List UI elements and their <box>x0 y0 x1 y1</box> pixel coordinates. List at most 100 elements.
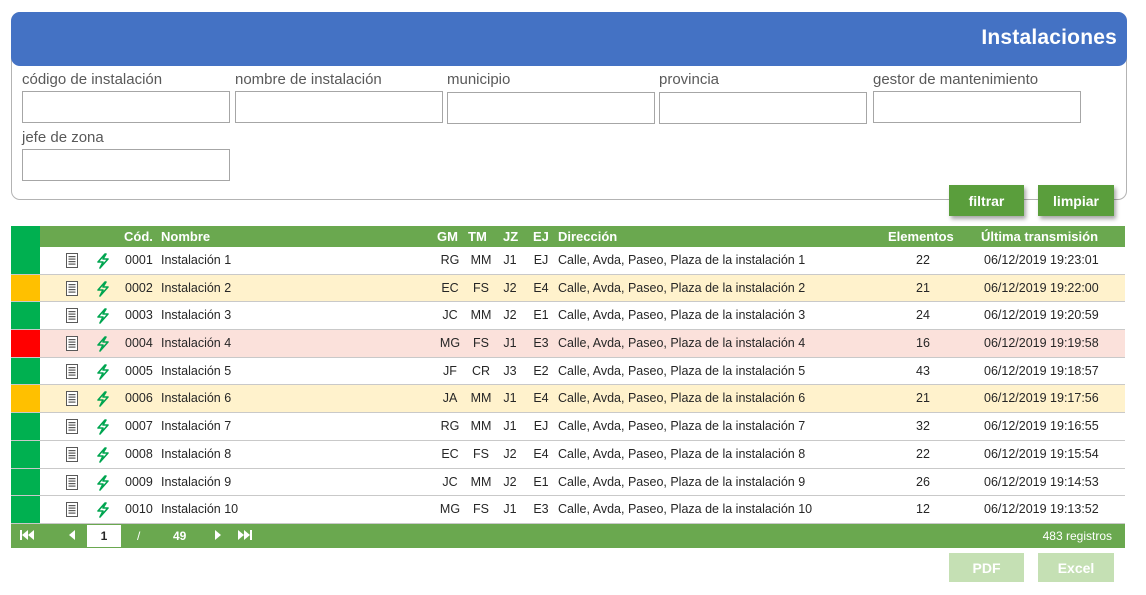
status-indicator <box>11 274 40 302</box>
cell-jz: J1 <box>503 336 517 351</box>
cell-last-transmission: 06/12/2019 19:22:00 <box>984 280 1099 295</box>
cell-elements: 32 <box>916 419 930 434</box>
cell-name[interactable]: Instalación 2 <box>161 281 231 295</box>
cell-ej: E3 <box>533 502 549 517</box>
table-row[interactable]: 0005 Instalación 5 JF CR J3 E2 Calle, Avda, Pa… <box>11 357 1125 386</box>
cell-name[interactable]: Instalación 10 <box>161 502 238 516</box>
lightning-icon[interactable] <box>95 391 111 408</box>
cell-jz: J1 <box>503 419 517 434</box>
column-header-tm[interactable]: TM <box>468 229 487 244</box>
table-row[interactable]: 0009 Instalación 9 JC MM J2 E1 Calle, Avda, Pa… <box>11 468 1125 497</box>
table-row[interactable]: 0001 Instalación 1 RG MM J1 EJ Calle, Avda, Pa… <box>11 247 1125 275</box>
column-header-ej[interactable]: EJ <box>533 229 549 244</box>
document-icon[interactable] <box>66 280 78 296</box>
document-icon[interactable] <box>66 474 78 490</box>
zone-chief-field[interactable] <box>22 149 230 181</box>
status-indicator <box>11 302 40 330</box>
municipality-field[interactable] <box>447 92 655 124</box>
cell-tm: MM <box>470 253 492 267</box>
cell-ej: E2 <box>533 363 549 378</box>
table-row[interactable]: 0002 Instalación 2 EC FS J2 E4 Calle, Avda, Pa… <box>11 274 1125 303</box>
cell-code: 0006 <box>125 391 153 406</box>
cell-gm: EC <box>441 446 459 461</box>
document-icon[interactable] <box>66 336 78 352</box>
cell-last-transmission: 06/12/2019 19:16:55 <box>984 419 1099 434</box>
lightning-icon[interactable] <box>95 447 111 463</box>
cell-name[interactable]: Instalación 3 <box>161 308 231 322</box>
document-icon[interactable] <box>66 391 78 407</box>
table-header: Cód. Nombre GM TM JZ EJ Dirección Elemen… <box>11 226 1125 247</box>
lightning-icon[interactable] <box>95 280 111 297</box>
document-icon[interactable] <box>66 419 78 435</box>
cell-jz: J2 <box>503 308 517 323</box>
first-page-icon[interactable] <box>20 529 34 544</box>
lightning-icon[interactable] <box>95 253 111 269</box>
cell-gm: EC <box>441 280 459 295</box>
last-page-icon[interactable] <box>238 529 252 544</box>
table-row[interactable]: 0003 Instalación 3 JC MM J2 E1 Calle, Avda, Pa… <box>11 302 1125 331</box>
cell-name[interactable]: Instalación 8 <box>161 447 231 461</box>
document-icon[interactable] <box>66 253 78 268</box>
cell-gm: RG <box>440 253 460 267</box>
next-page-icon[interactable] <box>214 529 222 544</box>
cell-gm: JF <box>443 363 457 378</box>
cell-gm: JC <box>442 308 458 323</box>
lightning-icon[interactable] <box>95 474 111 491</box>
cell-name[interactable]: Instalación 4 <box>161 336 231 350</box>
table-row[interactable]: 0004 Instalación 4 MG FS J1 E3 Calle, Avda, Pa… <box>11 330 1125 358</box>
cell-name[interactable]: Instalación 7 <box>161 419 231 433</box>
excel-export-button[interactable]: Excel <box>1038 553 1114 582</box>
table-row[interactable]: 0010 Instalación 10 MG FS J1 E3 Calle, Avda, P… <box>11 496 1125 524</box>
column-header-elements[interactable]: Elementos <box>888 229 954 244</box>
cell-ej: E3 <box>533 336 549 351</box>
cell-tm: CR <box>471 363 491 378</box>
cell-code: 0008 <box>125 446 153 461</box>
cell-code: 0010 <box>125 502 153 517</box>
clear-button[interactable]: limpiar <box>1038 185 1114 216</box>
cell-jz: J1 <box>503 502 517 517</box>
lightning-icon[interactable] <box>95 502 111 518</box>
manager-field[interactable] <box>873 91 1081 123</box>
filter-button[interactable]: filtrar <box>949 185 1024 216</box>
document-icon[interactable] <box>66 363 78 379</box>
column-header-address[interactable]: Dirección <box>558 229 617 244</box>
table-row[interactable]: 0008 Instalación 8 EC FS J2 E4 Calle, Avda, Pa… <box>11 440 1125 469</box>
lightning-icon[interactable] <box>95 419 111 435</box>
cell-last-transmission: 06/12/2019 19:13:52 <box>984 502 1099 517</box>
document-icon[interactable] <box>66 308 78 324</box>
record-count: 483 registros <box>1042 528 1112 543</box>
cell-code: 0002 <box>125 280 153 295</box>
page-number-input[interactable] <box>87 524 121 547</box>
code-field[interactable] <box>22 91 230 123</box>
name-field-label: nombre de instalación <box>235 71 382 88</box>
previous-page-icon[interactable] <box>68 529 76 544</box>
pdf-export-button[interactable]: PDF <box>949 553 1024 582</box>
filter-panel: Instalaciones código de instalación nomb… <box>11 12 1127 200</box>
cell-name[interactable]: Instalación 6 <box>161 391 231 405</box>
table-row[interactable]: 0007 Instalación 7 RG MM J1 EJ Calle, Avda, Pa… <box>11 413 1125 441</box>
cell-address: Calle, Avda, Paseo, Plaza de la instalac… <box>558 419 806 434</box>
table-row[interactable]: 0006 Instalación 6 JA MM J1 E4 Calle, Avda, Pa… <box>11 385 1125 414</box>
lightning-icon[interactable] <box>95 308 111 325</box>
page-separator: / <box>137 528 141 543</box>
cell-tm: FS <box>473 336 489 351</box>
cell-tm: FS <box>473 502 489 517</box>
lightning-icon[interactable] <box>95 363 111 380</box>
column-header-last-transmission[interactable]: Última transmisión <box>981 229 1098 244</box>
name-field[interactable] <box>235 91 443 123</box>
document-icon[interactable] <box>66 502 78 518</box>
cell-code: 0005 <box>125 363 153 378</box>
column-header-gm[interactable]: GM <box>437 229 458 244</box>
cell-name[interactable]: Instalación 5 <box>161 364 231 378</box>
column-header-name[interactable]: Nombre <box>161 229 210 244</box>
column-header-code[interactable]: Cód. <box>124 229 153 244</box>
province-field[interactable] <box>659 92 867 124</box>
cell-name[interactable]: Instalación 9 <box>161 475 231 489</box>
lightning-icon[interactable] <box>95 336 111 352</box>
cell-jz: J2 <box>503 280 517 295</box>
document-icon[interactable] <box>66 446 78 462</box>
cell-elements: 24 <box>916 308 930 323</box>
cell-name[interactable]: Instalación 1 <box>161 253 231 267</box>
column-header-jz[interactable]: JZ <box>503 229 518 244</box>
status-indicator <box>11 496 40 523</box>
